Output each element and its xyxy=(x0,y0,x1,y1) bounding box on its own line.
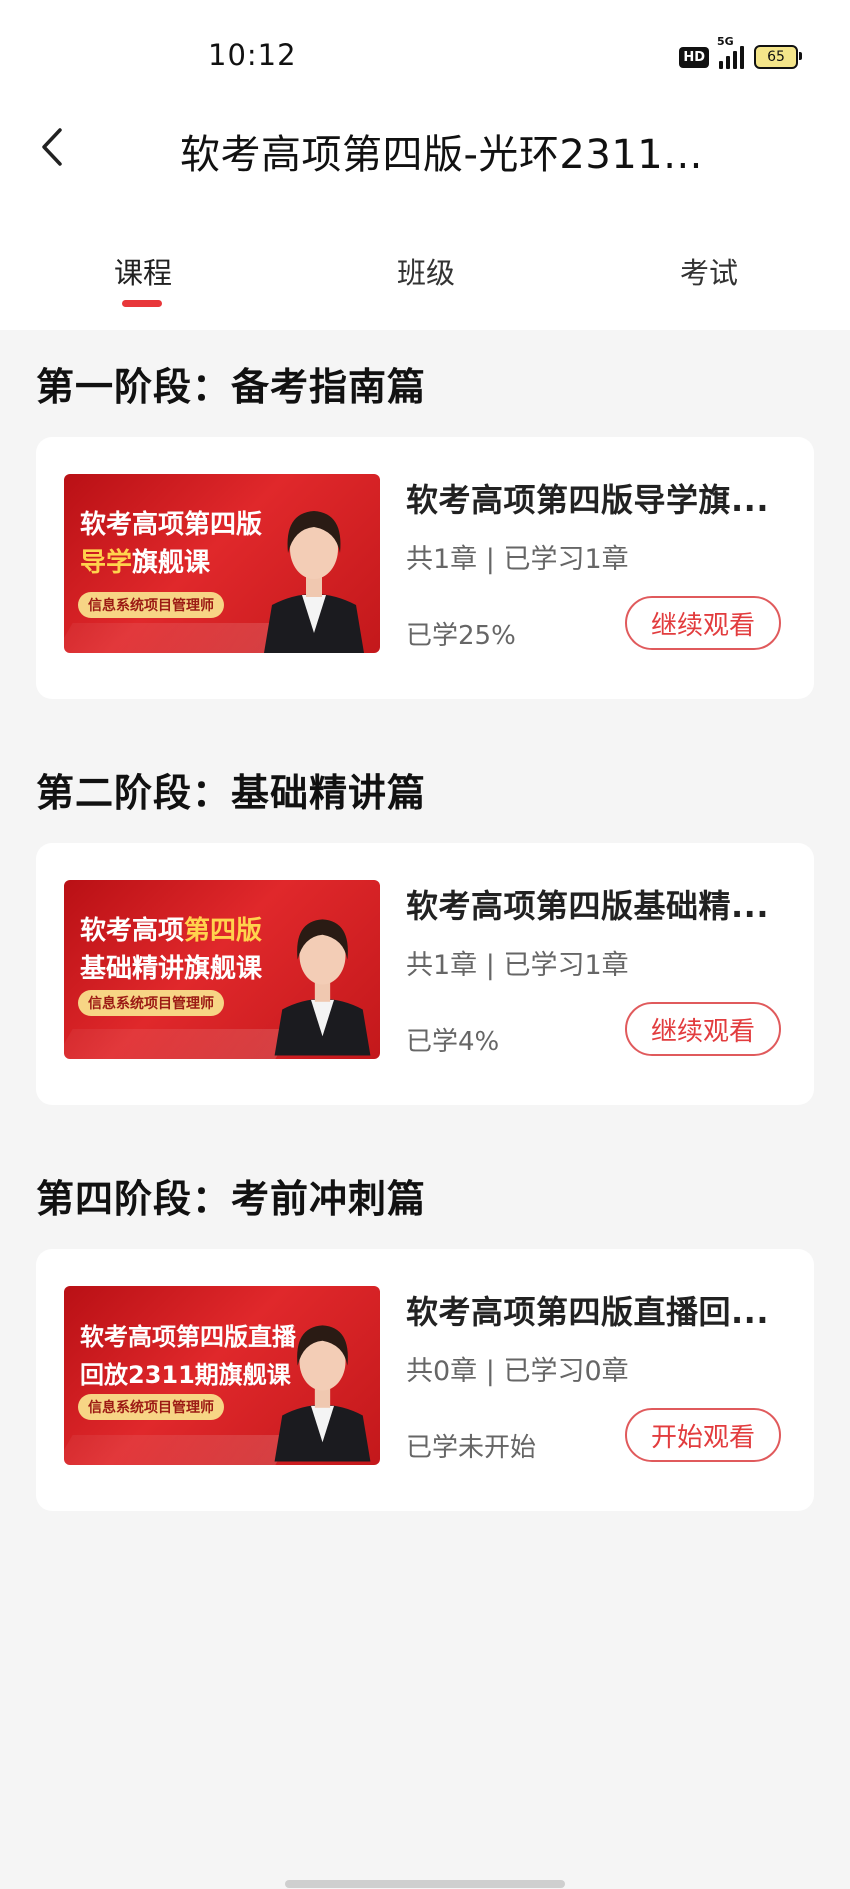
course-thumbnail[interactable]: 软考高项第四版直播 回放2311期旗舰课 信息系统项目管理师 xyxy=(64,1286,380,1465)
course-card[interactable]: 软考高项第四版 导学旗舰课 信息系统项目管理师 软考高项第四版导学旗... 共1… xyxy=(36,437,814,699)
instructor-photo xyxy=(264,511,364,653)
section-title: 第一阶段：备考指南篇 xyxy=(36,365,427,409)
thumbnail-badge: 信息系统项目管理师 xyxy=(78,990,224,1016)
thumbnail-text: 软考高项第四版 导学旗舰课 xyxy=(80,510,263,578)
course-card[interactable]: 软考高项第四版直播 回放2311期旗舰课 信息系统项目管理师 软考高项第四版直播… xyxy=(36,1249,814,1511)
course-card[interactable]: 软考高项第四版 基础精讲旗舰课 信息系统项目管理师 软考高项第四版基础精... … xyxy=(36,843,814,1105)
course-chapters: 共1章 | 已学习1章 xyxy=(406,950,629,981)
course-chapters: 共1章 | 已学习1章 xyxy=(406,544,629,575)
section-title: 第二阶段：基础精讲篇 xyxy=(36,771,427,815)
tab-class[interactable]: 班级 xyxy=(397,250,455,292)
thumbnail-text: 软考高项第四版 基础精讲旗舰课 xyxy=(80,916,263,984)
signal-bar xyxy=(726,56,730,69)
signal-icon: 5G xyxy=(717,35,744,69)
instructor-photo xyxy=(274,919,371,1056)
course-thumbnail[interactable]: 软考高项第四版 导学旗舰课 信息系统项目管理师 xyxy=(64,474,380,653)
status-time: 10:12 xyxy=(208,38,297,72)
battery-level: 65 xyxy=(767,49,785,65)
status-icons: HD 5G 65 xyxy=(679,35,802,74)
nav-bar: 软考高项第四版-光环2311... xyxy=(0,110,850,186)
top-area: 10:12 HD 5G 65 软考高项第四版-光环2311... 课程 班级 考… xyxy=(0,0,850,330)
continue-watch-button[interactable]: 继续观看 xyxy=(625,596,781,650)
course-title: 软考高项第四版直播回... xyxy=(406,1293,769,1331)
tab-bar: 课程 班级 考试 xyxy=(0,240,850,320)
tab-course[interactable]: 课程 xyxy=(114,250,172,292)
course-progress: 已学4% xyxy=(406,1027,500,1057)
course-progress: 已学25% xyxy=(406,621,516,651)
thumbnail-badge: 信息系统项目管理师 xyxy=(78,1394,224,1420)
signal-bar xyxy=(740,46,744,69)
course-title: 软考高项第四版基础精... xyxy=(406,887,769,925)
thumbnail-decoration xyxy=(64,1435,293,1465)
network-type: 5G xyxy=(717,35,734,48)
hd-icon: HD xyxy=(679,46,709,68)
course-title: 软考高项第四版导学旗... xyxy=(406,481,769,519)
course-thumbnail[interactable]: 软考高项第四版 基础精讲旗舰课 信息系统项目管理师 xyxy=(64,880,380,1059)
page-title: 软考高项第四版-光环2311... xyxy=(180,132,703,178)
home-indicator[interactable] xyxy=(285,1880,565,1888)
instructor-photo xyxy=(274,1325,371,1462)
tab-exam[interactable]: 考试 xyxy=(680,250,738,292)
signal-bar xyxy=(719,61,723,69)
active-tab-indicator xyxy=(122,300,162,307)
battery-icon: 65 xyxy=(754,45,802,69)
status-bar: 10:12 HD 5G 65 xyxy=(0,0,850,110)
back-arrow-icon[interactable] xyxy=(36,122,86,172)
start-watch-button[interactable]: 开始观看 xyxy=(625,1408,781,1462)
course-progress: 已学未开始 xyxy=(406,1433,537,1463)
section-title: 第四阶段：考前冲刺篇 xyxy=(36,1177,427,1221)
thumbnail-badge: 信息系统项目管理师 xyxy=(78,592,224,618)
continue-watch-button[interactable]: 继续观看 xyxy=(625,1002,781,1056)
thumbnail-decoration xyxy=(64,1029,293,1059)
course-chapters: 共0章 | 已学习0章 xyxy=(406,1356,629,1387)
signal-bar xyxy=(733,51,737,69)
thumbnail-text: 软考高项第四版直播 回放2311期旗舰课 xyxy=(80,1323,296,1389)
